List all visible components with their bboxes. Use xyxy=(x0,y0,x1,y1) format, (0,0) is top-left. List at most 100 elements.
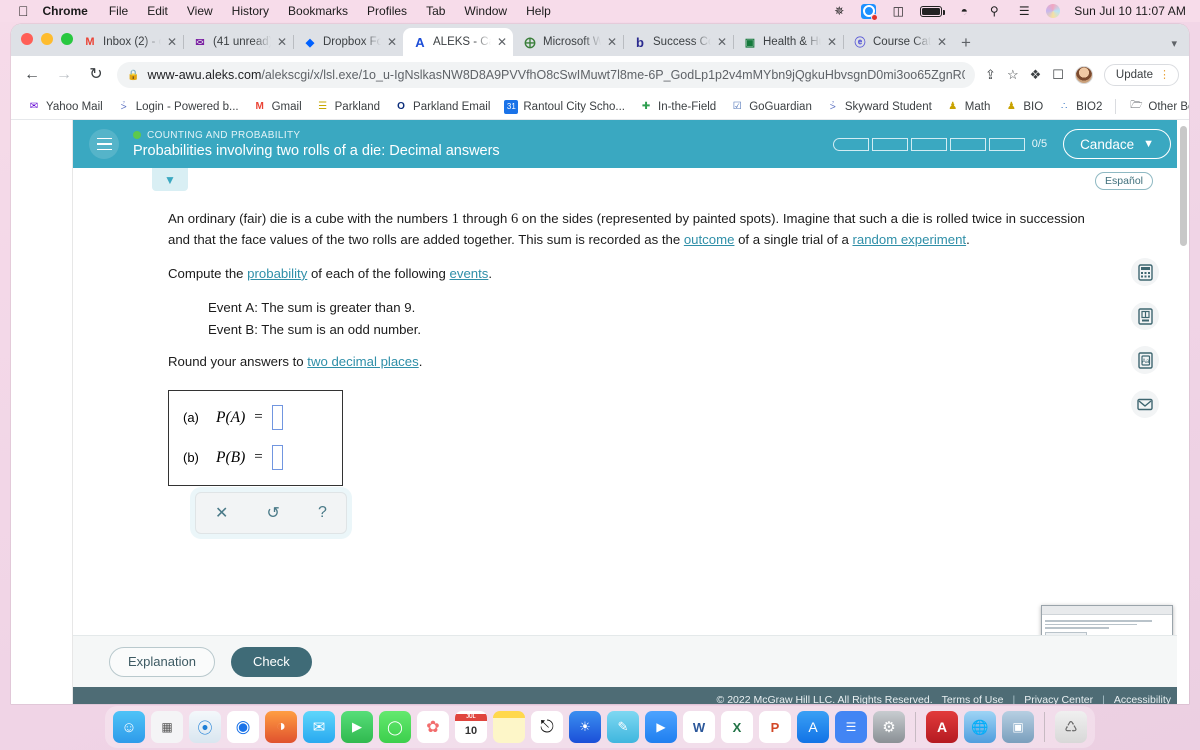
dock-app-safari[interactable]: ⦿ xyxy=(189,711,221,743)
link-two-decimal-places[interactable]: two decimal places xyxy=(307,354,418,369)
menu-item-bookmarks[interactable]: Bookmarks xyxy=(288,4,348,18)
privacy-center-link[interactable]: Privacy Center xyxy=(1024,694,1093,704)
reload-button[interactable]: ↻ xyxy=(85,67,107,83)
dock-app-notes[interactable] xyxy=(493,711,525,743)
bookmark-in-the-field[interactable]: ✚ In-the-Field xyxy=(632,100,723,114)
browser-tab-aleks-active[interactable]: A ALEKS - Candac ✕ xyxy=(403,28,513,56)
dock-app-trash[interactable]: ♺ xyxy=(1055,711,1087,743)
bookmark-gmail[interactable]: M Gmail xyxy=(246,100,309,114)
close-tab-icon[interactable]: ✕ xyxy=(937,36,947,48)
menu-item-chrome[interactable]: Chrome xyxy=(43,4,88,18)
calculator-icon[interactable] xyxy=(1131,258,1159,286)
bookmark-parkland-email[interactable]: O Parkland Email xyxy=(387,100,497,114)
bookmark-goguardian[interactable]: ☑ GoGuardian xyxy=(723,100,819,114)
menu-item-edit[interactable]: Edit xyxy=(147,4,168,18)
espanol-button[interactable]: Español xyxy=(1095,172,1153,190)
disc-burner-icon[interactable] xyxy=(861,3,879,21)
dock-app-keynote-alt[interactable]: ⎋ xyxy=(531,711,563,743)
dock-app-app-store[interactable]: A xyxy=(797,711,829,743)
browser-tab-1[interactable]: ✉ (41 unread) - ta ✕ xyxy=(183,28,294,56)
close-window-button[interactable] xyxy=(21,33,33,45)
dock-app-facetime[interactable]: ▶ xyxy=(341,711,373,743)
page-scrollbar[interactable] xyxy=(1177,120,1189,704)
dock-app-blue-lamp[interactable]: ☀ xyxy=(569,711,601,743)
puzzle-piece-icon[interactable]: ❖ xyxy=(1030,67,1042,83)
close-tab-icon[interactable]: ✕ xyxy=(607,36,617,48)
close-tab-icon[interactable]: ✕ xyxy=(277,36,287,48)
dock-app-pages[interactable]: ✎ xyxy=(607,711,639,743)
star-icon[interactable]: ☆ xyxy=(1007,67,1019,83)
help-icon[interactable]: ? xyxy=(318,504,327,522)
browser-tab-5[interactable]: b Success Confirm ✕ xyxy=(623,28,734,56)
apple-logo-icon[interactable]:  xyxy=(18,4,29,18)
dock-app-google-chrome[interactable]: ◉ xyxy=(227,711,259,743)
menu-item-tab[interactable]: Tab xyxy=(426,4,445,18)
bluetooth-share-icon[interactable]: ✵ xyxy=(831,4,847,18)
bookmark-bio2[interactable]: ∴ BIO2 xyxy=(1050,100,1109,114)
terms-of-use-link[interactable]: Terms of Use xyxy=(942,694,1004,704)
browser-tab-4[interactable]: ⨁ Microsoft Word ✕ xyxy=(513,28,624,56)
link-probability[interactable]: probability xyxy=(247,266,307,281)
browser-tab-6[interactable]: ▣ Health & Human ✕ xyxy=(733,28,844,56)
minimize-window-button[interactable] xyxy=(41,33,53,45)
browser-tab-0[interactable]: M Inbox (2) - cjoh ✕ xyxy=(73,28,184,56)
dock-app-calendar[interactable]: JUL 10 xyxy=(455,711,487,743)
answer-input-a[interactable] xyxy=(271,405,283,431)
dock-app-image-capture[interactable]: ▣ xyxy=(1002,711,1034,743)
link-random-experiment[interactable]: random experiment xyxy=(852,232,966,247)
menu-item-profiles[interactable]: Profiles xyxy=(367,4,407,18)
profile-avatar[interactable] xyxy=(1074,66,1093,84)
bookmark-skyward-student[interactable]: ⩼ Skyward Student xyxy=(819,100,939,114)
dock-app-globe-lock[interactable]: 🌐 xyxy=(964,711,996,743)
bookmark-rantoul[interactable]: 31 Rantoul City Scho... xyxy=(497,99,632,114)
dock-app-microsoft-powerpoint[interactable]: P xyxy=(759,711,791,743)
siri-icon[interactable] xyxy=(1046,4,1061,18)
address-bar[interactable]: 🔒 www-awu.aleks.com/alekscgi/x/lsl.exe/1… xyxy=(117,62,976,88)
side-panel-icon[interactable]: ☐ xyxy=(1052,67,1064,83)
wifi-icon[interactable]: ◓ xyxy=(956,4,972,18)
tab-search-chevron-icon[interactable]: ▾ xyxy=(1171,37,1177,50)
message-icon[interactable] xyxy=(1131,390,1159,418)
bookmark-login[interactable]: ⩼ Login - Powered b... xyxy=(110,100,246,114)
hamburger-menu-icon[interactable] xyxy=(89,129,119,159)
answer-input-b[interactable] xyxy=(271,445,283,471)
user-menu-button[interactable]: Candace ▼ xyxy=(1063,129,1171,159)
share-icon[interactable]: ⇪ xyxy=(985,67,996,83)
dock-app-photos[interactable]: ✿ xyxy=(417,711,449,743)
dock-app-microsoft-excel[interactable]: X xyxy=(721,711,753,743)
browser-tab-7[interactable]: ⓔ Course Catalog ✕ xyxy=(843,28,953,56)
close-tab-icon[interactable]: ✕ xyxy=(387,36,397,48)
dock-app-zoom[interactable]: ▶ xyxy=(645,711,677,743)
back-button[interactable]: ← xyxy=(21,67,43,83)
dock-app-google-docs[interactable]: ☰ xyxy=(835,711,867,743)
clear-icon[interactable]: ✕ xyxy=(215,503,228,523)
menu-item-view[interactable]: View xyxy=(187,4,213,18)
close-tab-icon[interactable]: ✕ xyxy=(827,36,837,48)
dock-app-adobe-acrobat[interactable]: A xyxy=(926,711,958,743)
three-dot-menu-icon[interactable]: ⋮ xyxy=(1159,69,1170,80)
dock-app-firefox[interactable]: ◑ xyxy=(265,711,297,743)
bookmark-other-bookmarks[interactable]: 🗁 Other Bookmarks xyxy=(1122,100,1189,114)
bookmark-bio[interactable]: ♟ BIO xyxy=(997,100,1050,114)
link-outcome[interactable]: outcome xyxy=(684,232,735,247)
close-tab-icon[interactable]: ✕ xyxy=(167,36,177,48)
update-button[interactable]: Update ⋮ xyxy=(1103,64,1179,86)
control-center-icon[interactable]: ☰ xyxy=(1016,4,1032,18)
new-tab-button[interactable]: + xyxy=(961,34,971,51)
dock-app-microsoft-word[interactable]: W xyxy=(683,711,715,743)
close-tab-icon[interactable]: ✕ xyxy=(717,36,727,48)
close-tab-icon[interactable]: ✕ xyxy=(497,36,507,48)
glossary-icon[interactable]: Aa xyxy=(1131,346,1159,374)
maximize-window-button[interactable] xyxy=(61,33,73,45)
menu-item-file[interactable]: File xyxy=(109,4,128,18)
battery-icon[interactable] xyxy=(920,5,945,17)
dock-app-system-preferences[interactable]: ⚙ xyxy=(873,711,905,743)
scrollbar-thumb[interactable] xyxy=(1180,126,1187,246)
bookmark-parkland[interactable]: ☰ Parkland xyxy=(309,100,387,114)
link-events[interactable]: events xyxy=(450,266,489,281)
menu-item-history[interactable]: History xyxy=(232,4,269,18)
dock-app-messages[interactable]: ◯ xyxy=(379,711,411,743)
menu-item-window[interactable]: Window xyxy=(464,4,507,18)
spotlight-search-icon[interactable]: ⚲ xyxy=(986,4,1002,18)
bookmark-math[interactable]: ♟ Math xyxy=(939,100,998,114)
